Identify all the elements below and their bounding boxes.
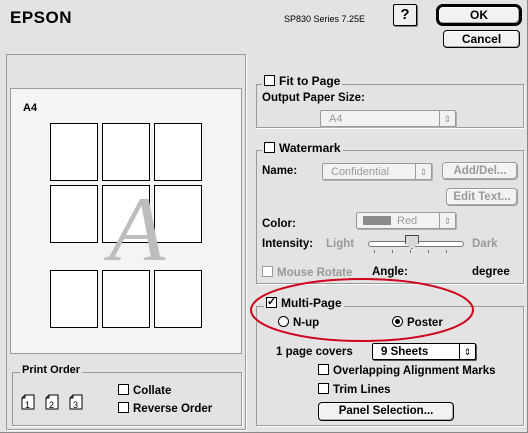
updown-arrow-icon: ⇕ [415, 164, 431, 179]
cancel-button[interactable]: Cancel [443, 30, 520, 48]
order-3-number: 3 [73, 400, 78, 410]
order-2-number: 2 [49, 400, 54, 410]
collate-label: Collate [133, 385, 172, 397]
help-button[interactable]: ? [393, 4, 417, 26]
output-paper-size-label: Output Paper Size: [262, 92, 365, 104]
slider-tick [428, 250, 429, 253]
updown-arrow-icon: ⇕ [459, 344, 475, 359]
reverse-order-checkbox-box[interactable] [118, 402, 129, 413]
updown-arrow-icon: ⇕ [439, 213, 455, 228]
edit-text-button[interactable]: Edit Text... [446, 188, 518, 206]
order-2-icon[interactable]: 2 [44, 392, 60, 411]
highlight-ring [250, 278, 474, 342]
intensity-light-label: Light [326, 238, 355, 250]
intensity-dark-label: Dark [472, 238, 498, 250]
watermark-checkbox[interactable]: Watermark [262, 141, 343, 155]
order-1-number: 1 [25, 400, 30, 410]
collate-checkbox-box[interactable] [118, 384, 129, 395]
order-1-icon[interactable]: 1 [20, 392, 36, 411]
page-covers-value: 9 Sheets [381, 346, 429, 358]
watermark-label: Watermark [279, 141, 341, 155]
intensity-label: Intensity: [262, 238, 314, 250]
preview-area: A4 A [10, 88, 242, 354]
reverse-order-label: Reverse Order [133, 403, 213, 415]
trim-lines-checkbox[interactable]: Trim Lines [318, 383, 391, 396]
watermark-preview-glyph: A [109, 178, 166, 280]
overlap-marks-checkbox-box[interactable] [318, 364, 329, 375]
print-order-title: Print Order [20, 364, 83, 376]
page-covers-label: 1 page covers [276, 346, 353, 358]
watermark-name-label: Name: [262, 165, 298, 177]
overlap-marks-checkbox[interactable]: Overlapping Alignment Marks [318, 364, 496, 377]
add-del-button[interactable]: Add/Del... [442, 162, 518, 180]
page-covers-select[interactable]: 9 Sheets ⇕ [372, 343, 476, 360]
watermark-color-label: Color: [262, 218, 296, 230]
watermark-checkbox-box[interactable] [264, 142, 275, 153]
slider-tick [446, 250, 447, 253]
fit-to-page-checkbox-box[interactable] [264, 75, 275, 86]
poster-sheet [102, 123, 150, 181]
poster-sheet [50, 270, 98, 328]
trim-lines-label: Trim Lines [333, 384, 391, 396]
slider-tick [374, 250, 375, 253]
output-paper-size-select[interactable]: A4 ⇕ [320, 110, 456, 127]
watermark-name-select[interactable]: Confidential ⇕ [322, 163, 432, 180]
overlap-marks-label: Overlapping Alignment Marks [333, 365, 496, 377]
fit-to-page-label: Fit to Page [279, 74, 341, 88]
watermark-color-value: Red [397, 215, 418, 227]
ok-button[interactable]: OK [436, 4, 522, 26]
poster-sheet [50, 123, 98, 181]
watermark-color-select[interactable]: Red ⇕ [356, 212, 456, 229]
fit-to-page-checkbox[interactable]: Fit to Page [262, 74, 343, 88]
slider-tick [392, 250, 393, 253]
watermark-name-value: Confidential [331, 166, 390, 178]
output-paper-size-value: A4 [329, 113, 343, 125]
poster-sheet [154, 123, 202, 181]
trim-lines-checkbox-box[interactable] [318, 383, 329, 394]
order-3-icon[interactable]: 3 [68, 392, 84, 411]
reverse-order-checkbox[interactable]: Reverse Order [118, 402, 212, 415]
color-swatch [363, 216, 391, 225]
updown-arrow-icon: ⇕ [439, 111, 455, 126]
help-icon: ? [400, 6, 410, 23]
paper-size-label: A4 [23, 102, 38, 114]
collate-checkbox[interactable]: Collate [118, 384, 171, 397]
poster-sheet [50, 185, 98, 243]
panel-selection-button[interactable]: Panel Selection... [318, 402, 454, 421]
brand-logo: EPSON [10, 8, 73, 27]
page-setup-dialog: EPSON SP830 Series 7.25E ? OK Cancel A4 … [0, 0, 528, 433]
version-label: SP830 Series 7.25E [284, 14, 366, 24]
slider-tick [410, 250, 411, 253]
